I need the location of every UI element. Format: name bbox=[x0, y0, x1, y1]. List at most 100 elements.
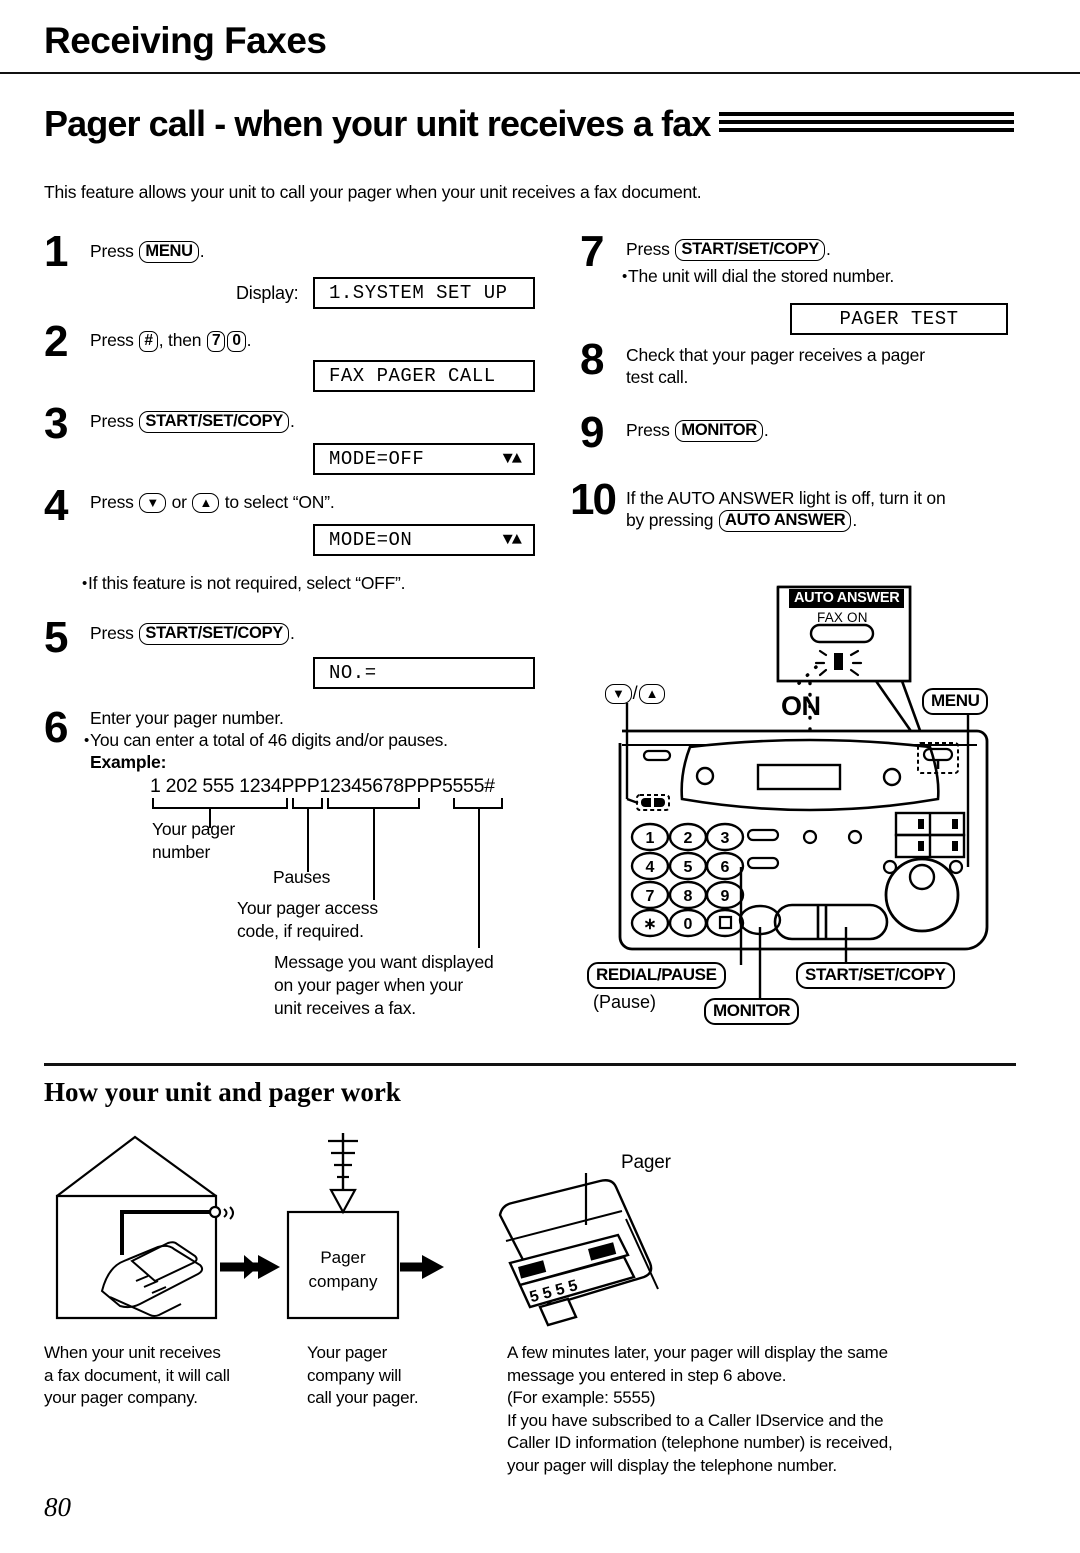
leader-access-code bbox=[373, 808, 375, 900]
step-10-instruction-line2: by pressing AUTO ANSWER. bbox=[626, 509, 857, 533]
step-7-text-pre: Press bbox=[626, 239, 675, 259]
step-number-1: 1 bbox=[44, 227, 69, 276]
example-label: Example: bbox=[90, 752, 167, 772]
caption-2: Your pager company will call your pager. bbox=[307, 1343, 419, 1408]
section-title: How your unit and pager work bbox=[44, 1077, 401, 1107]
leader-pauses bbox=[307, 808, 309, 872]
step-5-text-post: . bbox=[290, 623, 295, 643]
lcd-step-7-text: PAGER TEST bbox=[839, 308, 959, 330]
lcd-step-7: PAGER TEST bbox=[790, 303, 1008, 335]
lcd-step-4-arrows: ▼▲ bbox=[502, 530, 522, 550]
step-number-5: 5 bbox=[44, 613, 69, 662]
svg-text:3: 3 bbox=[721, 830, 730, 847]
on-label: ON bbox=[781, 691, 821, 721]
step-4-note-text: If this feature is not required, select … bbox=[82, 572, 405, 594]
hash-key[interactable]: # bbox=[139, 331, 158, 353]
step-9-text-pre: Press bbox=[626, 420, 675, 440]
caption-1: When your unit receives a fax document, … bbox=[44, 1343, 230, 1408]
running-head: Receiving Faxes bbox=[44, 20, 327, 61]
pager-flow-diagram: Pager company 5 5 5 5 bbox=[40, 1115, 740, 1335]
digit-0-key[interactable]: 0 bbox=[227, 331, 246, 353]
svg-text:2: 2 bbox=[684, 830, 693, 847]
down-arrow-key[interactable]: ▼ bbox=[139, 493, 166, 514]
step-8-instruction-line1: Check that your pager receives a pager bbox=[626, 345, 925, 365]
down-arrow-callout-key[interactable]: ▼ bbox=[605, 684, 632, 705]
auto-answer-key[interactable]: AUTO ANSWER bbox=[718, 510, 852, 533]
step-5-instruction: Press START/SET/COPY. bbox=[90, 622, 295, 646]
page-number: 80 bbox=[44, 1492, 71, 1522]
pager-company-line2: company bbox=[309, 1272, 378, 1291]
step-2-text-pre: Press bbox=[90, 330, 139, 350]
step-number-7: 7 bbox=[580, 227, 605, 276]
step-number-10: 10 bbox=[570, 475, 617, 524]
step-3-text-pre: Press bbox=[90, 411, 139, 431]
step-2-instruction: Press #, then 70. bbox=[90, 329, 251, 353]
fax-on-label: FAX ON bbox=[817, 610, 868, 625]
step-number-2: 2 bbox=[44, 317, 69, 366]
display-label: Display: bbox=[236, 283, 299, 303]
step-number-3: 3 bbox=[44, 399, 69, 448]
step-number-8: 8 bbox=[580, 335, 605, 384]
menu-key[interactable]: MENU bbox=[139, 241, 199, 264]
lcd-step-4: MODE=ON ▼▲ bbox=[313, 524, 535, 556]
example-label-pager-number: Your pager number bbox=[152, 819, 235, 862]
step-8-instruction-line2: test call. bbox=[626, 367, 689, 387]
lcd-step-5-text: NO.= bbox=[329, 662, 377, 684]
step-10-text-post: . bbox=[852, 510, 858, 530]
digit-7-key[interactable]: 7 bbox=[206, 331, 226, 353]
lcd-step-4-text: MODE=ON bbox=[329, 529, 413, 551]
manual-page: Receiving Faxes Pager call - when your u… bbox=[0, 0, 1080, 1553]
step-6-note-text: You can enter a total of 46 digits and/o… bbox=[84, 729, 448, 751]
step-1-instruction: Press MENU. bbox=[90, 240, 205, 264]
monitor-callout[interactable]: MONITOR bbox=[704, 998, 800, 1025]
up-arrow-key[interactable]: ▲ bbox=[192, 493, 220, 514]
step-7-note-text: The unit will dial the stored number. bbox=[622, 265, 894, 287]
step-7-text-post: . bbox=[826, 239, 831, 259]
start-set-copy-key-2[interactable]: START/SET/COPY bbox=[139, 623, 289, 646]
bracket-access-code bbox=[327, 798, 420, 809]
pager-flow-svg: Pager company 5 5 5 5 bbox=[55, 1133, 659, 1327]
start-set-copy-key[interactable]: START/SET/COPY bbox=[139, 411, 289, 434]
lcd-step-3: MODE=OFF ▼▲ bbox=[313, 443, 535, 475]
bracket-pauses-1 bbox=[292, 798, 323, 809]
pager-label: Pager bbox=[621, 1152, 671, 1173]
example-label-access-code: Your pager access code, if required. bbox=[237, 898, 378, 941]
menu-callout[interactable]: MENU bbox=[922, 688, 989, 715]
step-7-note: The unit will dial the stored number. bbox=[622, 265, 894, 287]
step-number-9: 9 bbox=[580, 408, 605, 457]
monitor-key[interactable]: MONITOR bbox=[675, 420, 763, 443]
step-2-text-mid: , then bbox=[158, 330, 206, 350]
bracket-pager-number bbox=[152, 798, 288, 809]
step-number-6: 6 bbox=[44, 703, 69, 752]
pager-company-line1: Pager bbox=[320, 1248, 366, 1267]
section-rule bbox=[44, 1063, 1016, 1066]
step-6-instruction: Enter your pager number. bbox=[90, 708, 284, 728]
header-rule bbox=[0, 72, 1080, 74]
redial-pause-callout[interactable]: REDIAL/PAUSE bbox=[587, 962, 726, 989]
updown-callout: ▼ / ▲ bbox=[604, 683, 666, 705]
step-6-note: You can enter a total of 46 digits and/o… bbox=[84, 729, 448, 751]
auto-answer-badge: AUTO ANSWER bbox=[789, 589, 905, 608]
lcd-step-5: NO.= bbox=[313, 657, 535, 689]
updown-separator: / bbox=[632, 683, 638, 703]
svg-text:7: 7 bbox=[646, 888, 655, 905]
step-7-instruction: Press START/SET/COPY. bbox=[626, 238, 831, 262]
step-2-text-post: . bbox=[246, 330, 252, 350]
start-set-copy-callout[interactable]: START/SET/COPY bbox=[796, 962, 955, 989]
up-arrow-callout-key[interactable]: ▲ bbox=[638, 684, 666, 705]
step-4-instruction: Press ▼ or ▲ to select “ON”. bbox=[90, 491, 335, 514]
step-5-text-pre: Press bbox=[90, 623, 139, 643]
step-4-note: If this feature is not required, select … bbox=[82, 572, 405, 594]
svg-text:0: 0 bbox=[684, 916, 693, 933]
svg-text:4: 4 bbox=[646, 859, 655, 876]
step-4-text-mid: or bbox=[166, 492, 192, 512]
lcd-step-1-text: 1.SYSTEM SET UP bbox=[329, 282, 508, 304]
step-10-instruction-line1: If the AUTO ANSWER light is off, turn it… bbox=[626, 488, 946, 508]
step-9-text-post: . bbox=[763, 420, 769, 440]
start-set-copy-key-3[interactable]: START/SET/COPY bbox=[675, 239, 825, 262]
lcd-step-3-text: MODE=OFF bbox=[329, 448, 425, 470]
svg-text:9: 9 bbox=[721, 888, 730, 905]
page-title: Pager call - when your unit receives a f… bbox=[44, 103, 711, 144]
lcd-step-1: 1.SYSTEM SET UP bbox=[313, 277, 535, 309]
step-1-text-post: . bbox=[199, 241, 205, 261]
